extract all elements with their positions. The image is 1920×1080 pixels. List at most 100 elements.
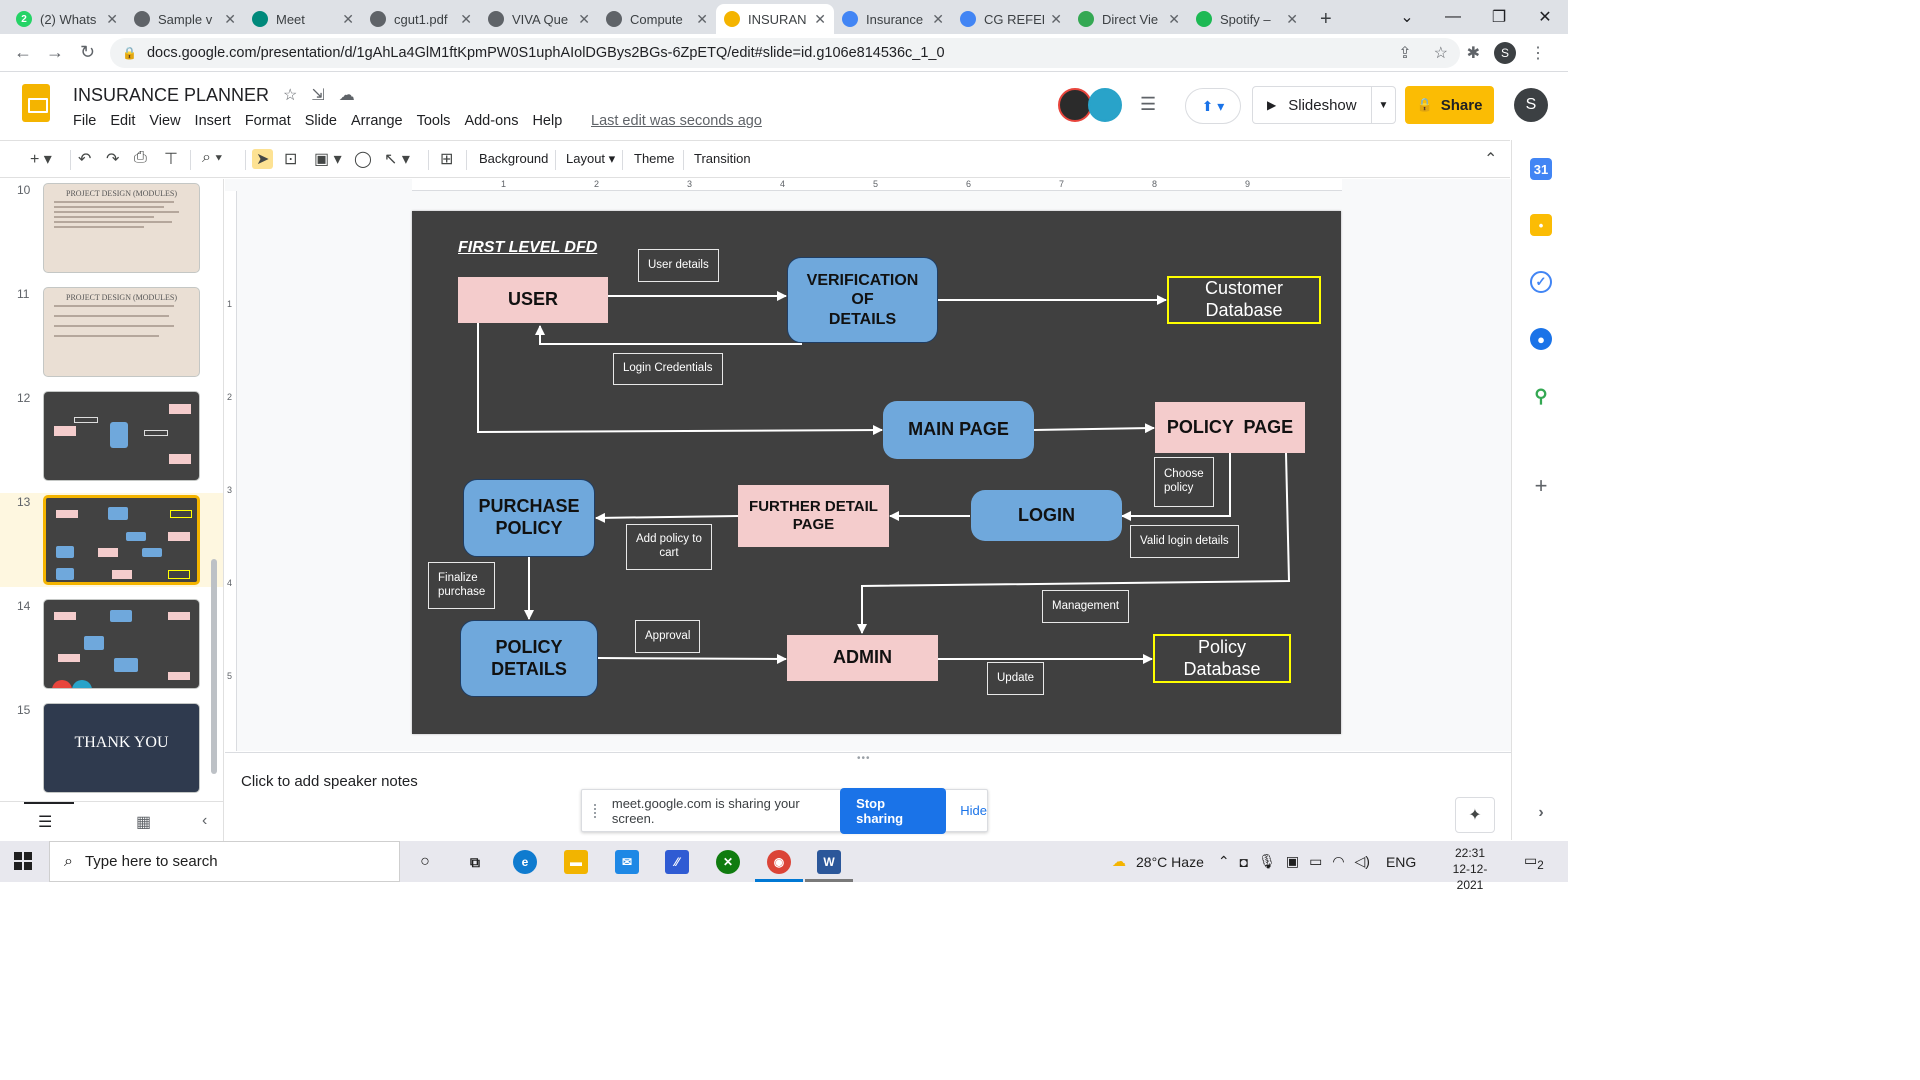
calendar-icon[interactable]: 31 — [1530, 158, 1552, 180]
speaker-notes-placeholder[interactable]: Click to add speaker notes — [241, 773, 418, 790]
slide-canvas[interactable]: FIRST LEVEL DFD USER VERIFICATION OF DET… — [412, 211, 1341, 734]
screen-share-tray-icon[interactable]: ▣ — [1286, 853, 1299, 870]
notification-center-icon[interactable]: ▭2 — [1524, 852, 1544, 872]
list-view-icon[interactable]: ☰ — [38, 812, 52, 832]
menu-format[interactable]: Format — [245, 113, 298, 129]
node-purchase-policy[interactable]: PURCHASE POLICY — [463, 479, 595, 557]
tasks-icon[interactable]: ✓ — [1530, 271, 1552, 293]
comment-history-icon[interactable]: ☰ — [1140, 94, 1156, 115]
close-tab-icon[interactable]: ✕ — [1050, 11, 1062, 28]
move-folder-icon[interactable]: ⇲ — [311, 85, 324, 105]
mail-icon[interactable]: ✉ — [615, 850, 639, 874]
browser-tab[interactable]: INSURAN ✕ — [716, 4, 834, 34]
task-view-icon[interactable]: ⧉ — [463, 850, 487, 874]
close-tab-icon[interactable]: ✕ — [1168, 11, 1180, 28]
menu-view[interactable]: View — [149, 113, 187, 129]
menu-arrange[interactable]: Arrange — [351, 113, 410, 129]
label-choose-policy[interactable]: Choose policy — [1154, 457, 1214, 507]
transition-button[interactable]: Transition — [694, 151, 751, 166]
menu-help[interactable]: Help — [532, 113, 569, 129]
label-finalize-purchase[interactable]: Finalize purchase — [428, 562, 496, 609]
node-admin[interactable]: ADMIN — [787, 635, 938, 681]
camera-icon[interactable]: ◘ — [1240, 854, 1248, 870]
close-window-icon[interactable]: ✕ — [1522, 7, 1568, 27]
slideshow-dropdown-icon[interactable]: ▼ — [1371, 87, 1395, 123]
collapse-toolbar-icon[interactable]: ⌃ — [1484, 149, 1497, 169]
slide-thumbnail-10[interactable]: PROJECT DESIGN (MODULES) — [43, 183, 200, 273]
browser-menu-icon[interactable]: ⋮ — [1530, 43, 1546, 63]
profile-avatar[interactable]: S — [1494, 42, 1516, 64]
close-tab-icon[interactable]: ✕ — [932, 11, 944, 28]
theme-button[interactable]: Theme — [634, 151, 674, 166]
node-verification[interactable]: VERIFICATION OF DETAILS — [787, 257, 938, 343]
new-tab-button[interactable]: + — [1312, 4, 1340, 34]
reload-icon[interactable]: ↻ — [80, 42, 95, 63]
volume-icon[interactable]: ◁) — [1355, 853, 1370, 870]
star-icon[interactable]: ☆ — [283, 85, 297, 105]
redo-icon[interactable]: ↷ — [106, 149, 119, 169]
comment-add-icon[interactable]: ⊞ — [440, 149, 453, 169]
slide-thumbnail-12[interactable] — [43, 391, 200, 481]
share-button[interactable]: 🔒 Share — [1405, 86, 1494, 124]
browser-tab[interactable]: Direct Vie ✕ — [1070, 4, 1188, 34]
node-policy-details[interactable]: POLICY DETAILS — [460, 620, 598, 697]
image-icon[interactable]: ▣ ▾ — [314, 149, 342, 169]
browser-tab[interactable]: 2 (2) Whats ✕ — [8, 4, 126, 34]
hide-share-bar-button[interactable]: Hide — [960, 803, 987, 818]
menu-slide[interactable]: Slide — [305, 113, 344, 129]
node-further-detail-page[interactable]: FURTHER DETAIL PAGE — [738, 485, 889, 547]
slide-thumbnail-14[interactable] — [43, 599, 200, 689]
undo-icon[interactable]: ↶ — [78, 149, 91, 169]
browser-tab[interactable]: CG REFER ✕ — [952, 4, 1070, 34]
extensions-icon[interactable]: ✱ — [1467, 43, 1480, 63]
node-main-page[interactable]: MAIN PAGE — [883, 401, 1034, 459]
weather-text[interactable]: 28°C Haze — [1136, 854, 1204, 870]
label-login-credentials[interactable]: Login Credentials — [613, 353, 723, 385]
close-tab-icon[interactable]: ✕ — [224, 11, 236, 28]
drag-handle-icon[interactable] — [594, 803, 598, 818]
browser-tab[interactable]: VIVA Que ✕ — [480, 4, 598, 34]
slideshow-button[interactable]: ▶ Slideshow ▼ — [1252, 86, 1396, 124]
menu-insert[interactable]: Insert — [195, 113, 238, 129]
filmstrip-scrollbar[interactable] — [211, 559, 217, 774]
collaborator-avatar[interactable] — [1058, 88, 1092, 122]
file-explorer-icon[interactable]: ▬ — [564, 850, 588, 874]
clock[interactable]: 22:31 12-12-2021 — [1440, 845, 1500, 893]
share-page-icon[interactable]: ⇪ — [1398, 43, 1411, 63]
back-icon[interactable]: ← — [14, 42, 32, 63]
close-tab-icon[interactable]: ✕ — [696, 11, 708, 28]
present-to-meeting-button[interactable]: ⬆ ▾ — [1185, 88, 1241, 124]
last-edit-link[interactable]: Last edit was seconds ago — [591, 113, 762, 129]
expand-panel-icon[interactable]: › — [1530, 802, 1552, 824]
close-tab-icon[interactable]: ✕ — [578, 11, 590, 28]
shape-icon[interactable]: ◯ — [354, 149, 372, 169]
slide-thumbnail-15[interactable]: THANK YOU — [43, 703, 200, 793]
menu-edit[interactable]: Edit — [110, 113, 142, 129]
new-slide-icon[interactable]: + ▾ — [30, 149, 52, 169]
close-tab-icon[interactable]: ✕ — [342, 11, 354, 28]
node-policy-page[interactable]: POLICY PAGE — [1155, 402, 1305, 453]
node-user[interactable]: USER — [458, 277, 608, 323]
add-addon-icon[interactable]: + — [1530, 473, 1552, 498]
close-tab-icon[interactable]: ✕ — [106, 11, 118, 28]
close-tab-icon[interactable]: ✕ — [1286, 11, 1298, 28]
browser-tab[interactable]: Compute ✕ — [598, 4, 716, 34]
maps-icon[interactable]: ⚲ — [1530, 385, 1552, 407]
edge-icon[interactable]: e — [513, 850, 537, 874]
slide-thumbnail-11[interactable]: PROJECT DESIGN (MODULES) — [43, 287, 200, 377]
label-update[interactable]: Update — [987, 662, 1045, 695]
browser-tab[interactable]: Spotify – ✕ — [1188, 4, 1306, 34]
paint-format-icon[interactable]: ⊤ — [164, 149, 178, 169]
word-icon[interactable]: W — [817, 850, 841, 874]
browser-tab[interactable]: Insurance ✕ — [834, 4, 952, 34]
node-policy-database[interactable]: Policy Database — [1153, 634, 1291, 683]
language-indicator[interactable]: ENG — [1386, 854, 1416, 870]
background-button[interactable]: Background — [479, 151, 548, 166]
grid-view-icon[interactable]: ▦ — [136, 812, 151, 832]
menu-file[interactable]: File — [73, 113, 103, 129]
forward-icon[interactable]: → — [46, 42, 64, 63]
url-input[interactable]: 🔒 docs.google.com/presentation/d/1gAhLa4… — [110, 38, 1460, 68]
cloud-status-icon[interactable]: ☁ — [339, 85, 355, 105]
label-approval[interactable]: Approval — [635, 620, 701, 653]
label-valid-login-details[interactable]: Valid login details — [1130, 525, 1239, 558]
